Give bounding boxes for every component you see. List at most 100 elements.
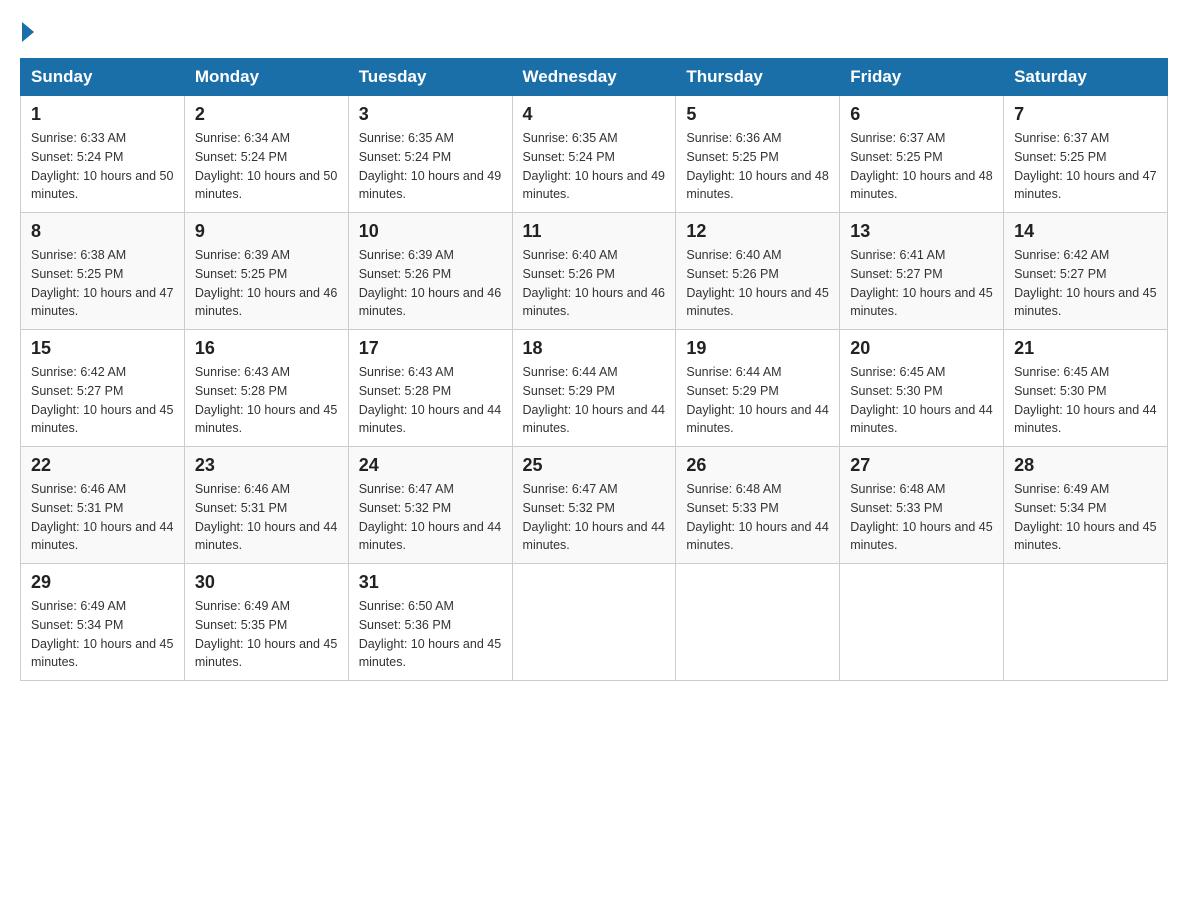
day-cell: 30Sunrise: 6:49 AMSunset: 5:35 PMDayligh… <box>184 564 348 681</box>
day-cell: 12 Sunrise: 6:40 AMSunset: 5:26 PMDayligh… <box>676 213 840 330</box>
week-row-3: 15 Sunrise: 6:42 AMSunset: 5:27 PMDayligh… <box>21 330 1168 447</box>
day-info: Sunrise: 6:36 AMSunset: 5:25 PMDaylight:… <box>686 129 829 204</box>
day-number: 29 <box>31 572 174 593</box>
day-number: 22 <box>31 455 174 476</box>
day-info: Sunrise: 6:42 AMSunset: 5:27 PMDaylight:… <box>31 363 174 438</box>
calendar-table: Sunday Monday Tuesday Wednesday Thursday… <box>20 58 1168 681</box>
day-cell <box>676 564 840 681</box>
day-info: Sunrise: 6:44 AMSunset: 5:29 PMDaylight:… <box>686 363 829 438</box>
day-info: Sunrise: 6:37 AMSunset: 5:25 PMDaylight:… <box>850 129 993 204</box>
day-number: 2 <box>195 104 338 125</box>
day-info: Sunrise: 6:39 AMSunset: 5:26 PMDaylight:… <box>359 246 502 321</box>
day-cell: 3 Sunrise: 6:35 AMSunset: 5:24 PMDaylight… <box>348 96 512 213</box>
day-number: 19 <box>686 338 829 359</box>
logo <box>20 20 34 38</box>
day-number: 17 <box>359 338 502 359</box>
day-info: Sunrise: 6:45 AMSunset: 5:30 PMDaylight:… <box>850 363 993 438</box>
day-number: 12 <box>686 221 829 242</box>
header-row: Sunday Monday Tuesday Wednesday Thursday… <box>21 59 1168 96</box>
day-number: 30 <box>195 572 338 593</box>
day-number: 9 <box>195 221 338 242</box>
day-number: 14 <box>1014 221 1157 242</box>
col-thursday: Thursday <box>676 59 840 96</box>
col-monday: Monday <box>184 59 348 96</box>
day-cell: 16Sunrise: 6:43 AMSunset: 5:28 PMDayligh… <box>184 330 348 447</box>
day-info: Sunrise: 6:48 AMSunset: 5:33 PMDaylight:… <box>850 480 993 555</box>
day-cell: 10 Sunrise: 6:39 AMSunset: 5:26 PMDayligh… <box>348 213 512 330</box>
day-number: 26 <box>686 455 829 476</box>
day-number: 21 <box>1014 338 1157 359</box>
day-cell: 4 Sunrise: 6:35 AMSunset: 5:24 PMDaylight… <box>512 96 676 213</box>
day-cell: 1 Sunrise: 6:33 AMSunset: 5:24 PMDaylight… <box>21 96 185 213</box>
col-wednesday: Wednesday <box>512 59 676 96</box>
day-info: Sunrise: 6:50 AMSunset: 5:36 PMDaylight:… <box>359 597 502 672</box>
day-info: Sunrise: 6:40 AMSunset: 5:26 PMDaylight:… <box>523 246 666 321</box>
day-info: Sunrise: 6:40 AMSunset: 5:26 PMDaylight:… <box>686 246 829 321</box>
day-info: Sunrise: 6:35 AMSunset: 5:24 PMDaylight:… <box>523 129 666 204</box>
day-number: 5 <box>686 104 829 125</box>
day-cell: 23 Sunrise: 6:46 AMSunset: 5:31 PMDayligh… <box>184 447 348 564</box>
day-cell: 21 Sunrise: 6:45 AMSunset: 5:30 PMDayligh… <box>1004 330 1168 447</box>
col-tuesday: Tuesday <box>348 59 512 96</box>
day-cell: 5 Sunrise: 6:36 AMSunset: 5:25 PMDaylight… <box>676 96 840 213</box>
day-cell: 6Sunrise: 6:37 AMSunset: 5:25 PMDaylight… <box>840 96 1004 213</box>
day-cell: 11 Sunrise: 6:40 AMSunset: 5:26 PMDayligh… <box>512 213 676 330</box>
day-cell: 7Sunrise: 6:37 AMSunset: 5:25 PMDaylight… <box>1004 96 1168 213</box>
day-number: 23 <box>195 455 338 476</box>
page-header <box>20 20 1168 38</box>
day-number: 24 <box>359 455 502 476</box>
day-cell: 27 Sunrise: 6:48 AMSunset: 5:33 PMDayligh… <box>840 447 1004 564</box>
week-row-5: 29 Sunrise: 6:49 AMSunset: 5:34 PMDayligh… <box>21 564 1168 681</box>
day-cell <box>1004 564 1168 681</box>
day-number: 31 <box>359 572 502 593</box>
day-number: 28 <box>1014 455 1157 476</box>
col-sunday: Sunday <box>21 59 185 96</box>
day-cell: 18Sunrise: 6:44 AMSunset: 5:29 PMDayligh… <box>512 330 676 447</box>
day-cell: 9Sunrise: 6:39 AMSunset: 5:25 PMDaylight… <box>184 213 348 330</box>
day-number: 4 <box>523 104 666 125</box>
day-info: Sunrise: 6:46 AMSunset: 5:31 PMDaylight:… <box>31 480 174 555</box>
day-number: 13 <box>850 221 993 242</box>
week-row-2: 8Sunrise: 6:38 AMSunset: 5:25 PMDaylight… <box>21 213 1168 330</box>
day-number: 20 <box>850 338 993 359</box>
day-cell: 13 Sunrise: 6:41 AMSunset: 5:27 PMDayligh… <box>840 213 1004 330</box>
day-info: Sunrise: 6:42 AMSunset: 5:27 PMDaylight:… <box>1014 246 1157 321</box>
day-number: 7 <box>1014 104 1157 125</box>
day-number: 10 <box>359 221 502 242</box>
day-info: Sunrise: 6:49 AMSunset: 5:34 PMDaylight:… <box>31 597 174 672</box>
day-cell: 19 Sunrise: 6:44 AMSunset: 5:29 PMDayligh… <box>676 330 840 447</box>
day-info: Sunrise: 6:49 AMSunset: 5:34 PMDaylight:… <box>1014 480 1157 555</box>
day-info: Sunrise: 6:38 AMSunset: 5:25 PMDaylight:… <box>31 246 174 321</box>
day-info: Sunrise: 6:48 AMSunset: 5:33 PMDaylight:… <box>686 480 829 555</box>
day-number: 25 <box>523 455 666 476</box>
week-row-4: 22 Sunrise: 6:46 AMSunset: 5:31 PMDayligh… <box>21 447 1168 564</box>
day-cell: 2 Sunrise: 6:34 AMSunset: 5:24 PMDaylight… <box>184 96 348 213</box>
day-cell: 28 Sunrise: 6:49 AMSunset: 5:34 PMDayligh… <box>1004 447 1168 564</box>
day-cell: 26 Sunrise: 6:48 AMSunset: 5:33 PMDayligh… <box>676 447 840 564</box>
day-cell <box>512 564 676 681</box>
day-cell: 8Sunrise: 6:38 AMSunset: 5:25 PMDaylight… <box>21 213 185 330</box>
day-cell: 15 Sunrise: 6:42 AMSunset: 5:27 PMDayligh… <box>21 330 185 447</box>
day-number: 15 <box>31 338 174 359</box>
day-info: Sunrise: 6:33 AMSunset: 5:24 PMDaylight:… <box>31 129 174 204</box>
day-cell: 22 Sunrise: 6:46 AMSunset: 5:31 PMDayligh… <box>21 447 185 564</box>
logo-arrow-icon <box>22 22 34 42</box>
day-info: Sunrise: 6:41 AMSunset: 5:27 PMDaylight:… <box>850 246 993 321</box>
day-number: 27 <box>850 455 993 476</box>
day-number: 3 <box>359 104 502 125</box>
day-info: Sunrise: 6:47 AMSunset: 5:32 PMDaylight:… <box>523 480 666 555</box>
day-number: 18 <box>523 338 666 359</box>
day-cell: 31 Sunrise: 6:50 AMSunset: 5:36 PMDayligh… <box>348 564 512 681</box>
day-number: 11 <box>523 221 666 242</box>
day-cell: 24Sunrise: 6:47 AMSunset: 5:32 PMDayligh… <box>348 447 512 564</box>
day-info: Sunrise: 6:45 AMSunset: 5:30 PMDaylight:… <box>1014 363 1157 438</box>
day-info: Sunrise: 6:43 AMSunset: 5:28 PMDaylight:… <box>359 363 502 438</box>
day-info: Sunrise: 6:46 AMSunset: 5:31 PMDaylight:… <box>195 480 338 555</box>
day-cell <box>840 564 1004 681</box>
day-cell: 17 Sunrise: 6:43 AMSunset: 5:28 PMDayligh… <box>348 330 512 447</box>
day-info: Sunrise: 6:34 AMSunset: 5:24 PMDaylight:… <box>195 129 338 204</box>
day-number: 1 <box>31 104 174 125</box>
day-cell: 25 Sunrise: 6:47 AMSunset: 5:32 PMDayligh… <box>512 447 676 564</box>
day-cell: 14 Sunrise: 6:42 AMSunset: 5:27 PMDayligh… <box>1004 213 1168 330</box>
day-info: Sunrise: 6:35 AMSunset: 5:24 PMDaylight:… <box>359 129 502 204</box>
